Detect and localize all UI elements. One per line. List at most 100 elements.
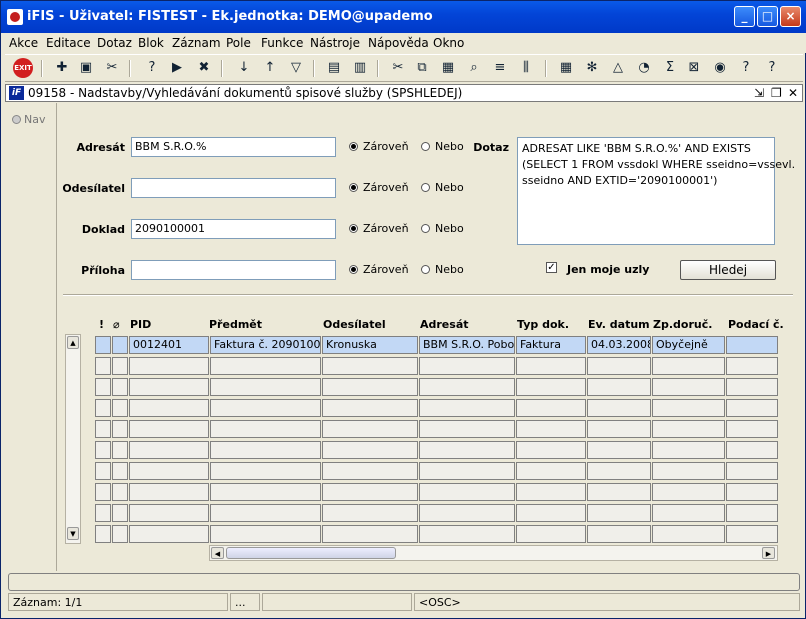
- menu-pole[interactable]: Pole: [226, 36, 251, 50]
- paste-icon[interactable]: ▦: [439, 59, 457, 77]
- odesilatel-and-radio[interactable]: [349, 183, 358, 192]
- empty-grid-cell[interactable]: [112, 525, 128, 543]
- empty-grid-cell[interactable]: [129, 441, 209, 459]
- empty-grid-cell[interactable]: [322, 504, 418, 522]
- cell-datum[interactable]: 04.03.2008: [587, 336, 651, 354]
- empty-grid-cell[interactable]: [726, 504, 778, 522]
- row-flag-cell[interactable]: [95, 336, 111, 354]
- empty-grid-cell[interactable]: [210, 420, 321, 438]
- empty-grid-cell[interactable]: [726, 462, 778, 480]
- menu-napoveda[interactable]: Nápověda: [368, 36, 429, 50]
- empty-grid-cell[interactable]: [516, 525, 586, 543]
- empty-grid-cell[interactable]: [419, 378, 515, 396]
- empty-grid-cell[interactable]: [112, 399, 128, 417]
- scroll-left-icon[interactable]: ◀: [211, 547, 224, 559]
- empty-grid-cell[interactable]: [516, 357, 586, 375]
- empty-grid-cell[interactable]: [210, 399, 321, 417]
- empty-grid-cell[interactable]: [129, 357, 209, 375]
- empty-grid-cell[interactable]: [129, 399, 209, 417]
- exit-button[interactable]: EXIT: [13, 58, 33, 78]
- empty-grid-cell[interactable]: [95, 378, 111, 396]
- excel-icon[interactable]: ⊠: [685, 59, 703, 77]
- cancel-query-icon[interactable]: ✖: [195, 59, 213, 77]
- empty-grid-cell[interactable]: [516, 504, 586, 522]
- empty-grid-cell[interactable]: [726, 357, 778, 375]
- odesilatel-input[interactable]: [131, 178, 336, 198]
- triangle-icon[interactable]: △: [609, 59, 627, 77]
- empty-grid-cell[interactable]: [587, 420, 651, 438]
- empty-grid-cell[interactable]: [516, 378, 586, 396]
- empty-grid-cell[interactable]: [95, 525, 111, 543]
- empty-grid-cell[interactable]: [112, 483, 128, 501]
- menu-dotaz[interactable]: Dotaz: [97, 36, 132, 50]
- empty-grid-cell[interactable]: [210, 483, 321, 501]
- scroll-right-icon[interactable]: ▶: [762, 547, 775, 559]
- maximize-button[interactable]: □: [757, 6, 778, 27]
- menu-funkce[interactable]: Funkce: [261, 36, 303, 50]
- empty-grid-cell[interactable]: [652, 504, 725, 522]
- empty-grid-cell[interactable]: [95, 441, 111, 459]
- filter-icon[interactable]: ▽: [287, 59, 305, 77]
- empty-grid-cell[interactable]: [587, 483, 651, 501]
- doklad-input[interactable]: 2090100001: [131, 219, 336, 239]
- find-icon[interactable]: ⌕: [465, 59, 483, 77]
- execute-query-icon[interactable]: ▶: [168, 59, 186, 77]
- save-icon[interactable]: ▣: [77, 59, 95, 77]
- empty-grid-cell[interactable]: [95, 504, 111, 522]
- empty-grid-cell[interactable]: [210, 504, 321, 522]
- enter-query-icon[interactable]: ?: [143, 59, 161, 77]
- cell-adresat[interactable]: BBM S.R.O. Pobočka: [419, 336, 515, 354]
- scroll-down-icon[interactable]: ▼: [67, 527, 79, 540]
- empty-grid-cell[interactable]: [322, 525, 418, 543]
- empty-grid-cell[interactable]: [726, 378, 778, 396]
- empty-grid-cell[interactable]: [129, 483, 209, 501]
- empty-grid-cell[interactable]: [652, 483, 725, 501]
- empty-grid-cell[interactable]: [516, 420, 586, 438]
- empty-grid-cell[interactable]: [129, 525, 209, 543]
- empty-grid-cell[interactable]: [726, 441, 778, 459]
- list-icon[interactable]: ≡: [491, 59, 509, 77]
- cell-predmet[interactable]: Faktura č. 2090100001: [210, 336, 321, 354]
- priloha-input[interactable]: [131, 260, 336, 280]
- empty-grid-cell[interactable]: [129, 504, 209, 522]
- doklad-and-radio[interactable]: [349, 224, 358, 233]
- cut-icon[interactable]: ✂: [389, 59, 407, 77]
- empty-grid-cell[interactable]: [419, 441, 515, 459]
- empty-grid-cell[interactable]: [210, 525, 321, 543]
- only-my-nodes-checkbox[interactable]: ✓: [546, 262, 557, 273]
- help-icon[interactable]: ?: [763, 59, 781, 77]
- calculator-icon[interactable]: ▦: [557, 59, 575, 77]
- form-close-icon[interactable]: ✕: [788, 86, 798, 100]
- empty-grid-cell[interactable]: [112, 462, 128, 480]
- empty-grid-cell[interactable]: [587, 441, 651, 459]
- empty-grid-cell[interactable]: [587, 504, 651, 522]
- empty-grid-cell[interactable]: [210, 462, 321, 480]
- empty-grid-cell[interactable]: [726, 420, 778, 438]
- empty-grid-cell[interactable]: [112, 420, 128, 438]
- sort-asc-icon[interactable]: ↓: [235, 59, 253, 77]
- empty-grid-cell[interactable]: [652, 525, 725, 543]
- empty-grid-cell[interactable]: [129, 378, 209, 396]
- clock-icon[interactable]: ◔: [635, 59, 653, 77]
- columns-icon[interactable]: ⫼: [517, 59, 535, 77]
- empty-grid-cell[interactable]: [419, 525, 515, 543]
- dotaz-textarea[interactable]: ADRESAT LIKE 'BBM S.R.O.%' AND EXISTS (S…: [517, 137, 795, 245]
- empty-grid-cell[interactable]: [587, 378, 651, 396]
- cell-odesilatel[interactable]: Kronuska: [322, 336, 418, 354]
- form-minimize-icon[interactable]: ⇲: [754, 86, 764, 100]
- empty-grid-cell[interactable]: [587, 525, 651, 543]
- horizontal-scrollbar[interactable]: ◀ ▶: [209, 545, 778, 561]
- empty-grid-cell[interactable]: [419, 357, 515, 375]
- empty-grid-cell[interactable]: [129, 462, 209, 480]
- empty-grid-cell[interactable]: [322, 462, 418, 480]
- menu-akce[interactable]: Akce: [9, 36, 38, 50]
- print-icon[interactable]: ▤: [325, 59, 343, 77]
- empty-grid-cell[interactable]: [419, 399, 515, 417]
- cell-doruc[interactable]: Obyčejně: [652, 336, 725, 354]
- doklad-or-radio[interactable]: [421, 224, 430, 233]
- empty-grid-cell[interactable]: [587, 357, 651, 375]
- sum-icon[interactable]: Σ: [661, 59, 679, 77]
- priloha-or-radio[interactable]: [421, 265, 430, 274]
- empty-grid-cell[interactable]: [516, 483, 586, 501]
- row-attach-cell[interactable]: [112, 336, 128, 354]
